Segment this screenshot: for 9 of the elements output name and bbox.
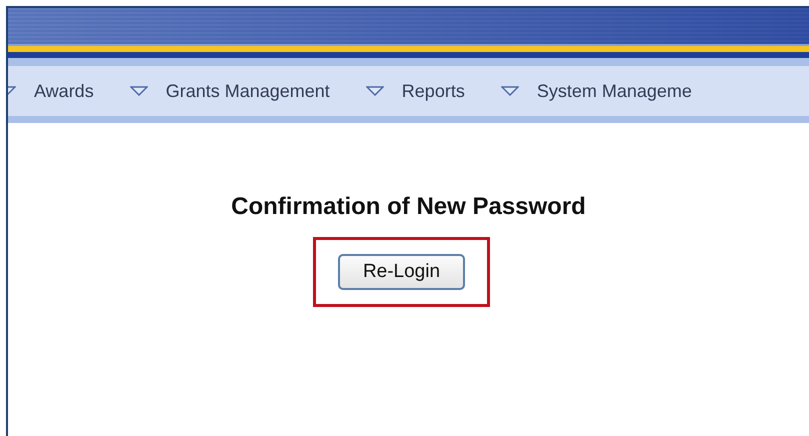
menu-item[interactable]: Awards — [34, 80, 94, 102]
menu-item[interactable]: System Manageme — [536, 80, 692, 102]
dropdown-arrow-icon[interactable] — [130, 86, 148, 96]
menu-item[interactable]: Grants Management — [166, 80, 330, 102]
page-heading: Confirmation of New Password — [230, 193, 587, 221]
dropdown-arrow-icon[interactable] — [366, 86, 384, 96]
re-login-button[interactable]: Re-Login — [338, 254, 465, 290]
menu-item[interactable]: Reports — [402, 80, 465, 102]
dropdown-arrow-icon[interactable] — [500, 86, 519, 96]
